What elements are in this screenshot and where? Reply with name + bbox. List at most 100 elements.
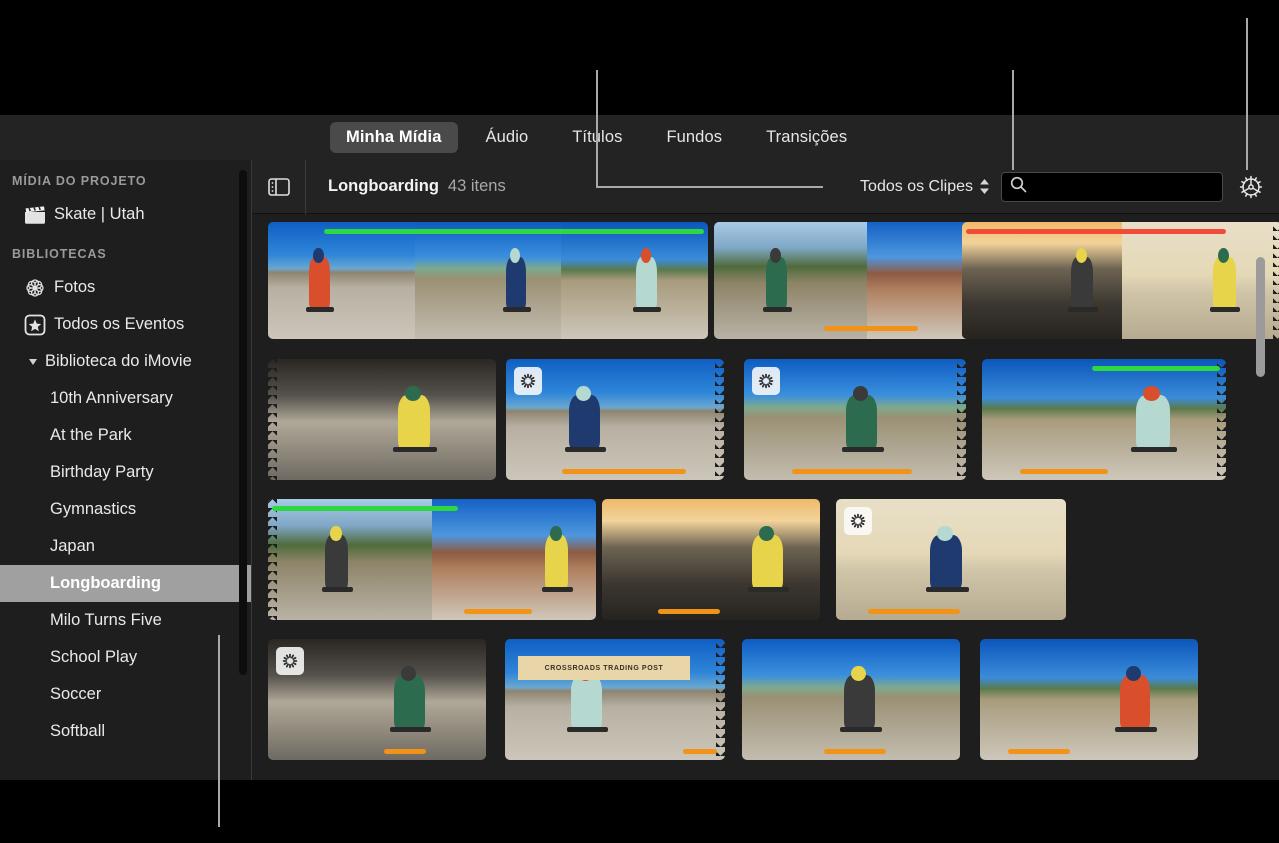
clip-frame	[962, 222, 1122, 339]
clip-woman-sunglasses-van[interactable]	[980, 639, 1198, 760]
clip-filmstrip	[962, 222, 1279, 339]
sidebar-scrollbar[interactable]	[239, 170, 247, 675]
sidebar-item-todos-os-eventos[interactable]: Todos os Eventos	[0, 306, 252, 343]
sidebar-item-label: Todos os Eventos	[54, 315, 185, 333]
clip-guy-sunglasses-van[interactable]	[742, 639, 960, 760]
clip-crouching-rider-mountains[interactable]	[506, 359, 724, 480]
sidebar-item-label: Birthday Party	[50, 463, 154, 481]
clip-filmstrip	[742, 639, 960, 760]
sidebar-section-header: BIBLIOTECAS	[12, 247, 107, 261]
sidebar-item-label: At the Park	[50, 426, 132, 444]
disclosure-triangle-icon[interactable]	[29, 358, 37, 365]
clip-rider-valley-view[interactable]	[744, 359, 966, 480]
media-browser[interactable]: CROSSROADS TRADING POST	[252, 214, 1279, 780]
clip-filmstrip	[268, 499, 596, 620]
sidebar-item-10th-anniversary[interactable]: 10th Anniversary	[0, 380, 252, 417]
sidebar-item-milo-turns-five[interactable]: Milo Turns Five	[0, 602, 252, 639]
clapperboard-icon	[24, 205, 54, 224]
clip-frame	[268, 359, 496, 480]
clip-rider-hills-green-marked[interactable]	[982, 359, 1226, 480]
analyzing-spinner-icon	[844, 507, 872, 535]
sidebar-item-birthday-party[interactable]: Birthday Party	[0, 454, 252, 491]
clip-filter-control[interactable]: Todos os Clipes	[860, 171, 1279, 202]
sidebar-item-label: Softball	[50, 722, 106, 740]
clip-rider-orange-shirt[interactable]	[962, 222, 1279, 339]
clip-filmstrip	[980, 639, 1198, 760]
search-input[interactable]	[1033, 178, 1213, 195]
clip-crossroads-trading-post[interactable]: CROSSROADS TRADING POST	[505, 639, 725, 760]
tab-minha-midia[interactable]: Minha Mídia	[330, 122, 458, 153]
sidebar-item-label: Skate | Utah	[54, 205, 145, 223]
filmstrip-torn-edge-right	[1217, 359, 1226, 480]
clip-frame	[414, 222, 562, 339]
browser-title: Longboarding	[328, 177, 439, 195]
clip-frame	[432, 499, 596, 620]
used-in-project-marker	[658, 609, 720, 614]
media-tabbar: Minha MídiaÁudioTítulosFundosTransições	[0, 115, 1279, 160]
clip-rider-red-cliffs[interactable]	[836, 499, 1066, 620]
used-in-project-marker	[824, 749, 886, 754]
clip-frame	[602, 499, 820, 620]
filmstrip-torn-edge-right	[957, 359, 966, 480]
used-in-project-marker	[1020, 469, 1108, 474]
clip-filmstrip	[268, 359, 496, 480]
photos-flower-icon	[24, 277, 54, 299]
browser-scrollbar[interactable]	[1256, 257, 1265, 377]
tab-fundos[interactable]: Fundos	[650, 122, 738, 153]
tab-audio[interactable]: Áudio	[470, 122, 545, 153]
sidebar-toggle-icon[interactable]	[252, 159, 306, 214]
gear-icon[interactable]	[1237, 173, 1265, 201]
sidebar-item-longboarding[interactable]: Longboarding	[0, 565, 252, 602]
sidebar-item-biblioteca-do-imovie[interactable]: Biblioteca do iMovie	[0, 343, 252, 380]
tab-list: Minha MídiaÁudioTítulosFundosTransições	[330, 122, 875, 153]
sidebar-item-label: School Play	[50, 648, 138, 666]
storefront-sign-text: CROSSROADS TRADING POST	[518, 655, 690, 681]
sidebar-item-softball[interactable]: Softball	[0, 713, 252, 750]
browser-item-count: 43 itens	[447, 177, 506, 195]
library-sidebar[interactable]: MÍDIA DO PROJETO Skate | Utah BIBLIOTECAS F…	[0, 160, 252, 780]
clip-skater-yellow-helmet[interactable]	[268, 359, 496, 480]
clip-red-rocks-road[interactable]	[602, 499, 820, 620]
favorite-marker	[324, 229, 704, 234]
analyzing-spinner-icon	[514, 367, 542, 395]
callout-filter-horizontal	[596, 186, 823, 188]
clip-frame	[561, 222, 708, 339]
used-in-project-marker	[683, 749, 717, 754]
used-in-project-marker	[1008, 749, 1070, 754]
sidebar-item-school-play[interactable]: School Play	[0, 639, 252, 676]
filmstrip-torn-edge-left	[268, 499, 277, 620]
sidebar-item-japan[interactable]: Japan	[0, 528, 252, 565]
favorite-marker	[1092, 366, 1220, 371]
sidebar-item-gymnastics[interactable]: Gymnastics	[0, 491, 252, 528]
callout-sidebar-scroll	[218, 635, 220, 827]
sidebar-item-skate-utah[interactable]: Skate | Utah	[0, 196, 252, 233]
rejected-marker	[966, 229, 1226, 234]
sidebar-item-label: Longboarding	[50, 574, 161, 592]
used-in-project-marker	[562, 469, 686, 474]
sidebar-item-label: Soccer	[50, 685, 102, 703]
clip-crouched-rider-closeup[interactable]	[268, 499, 596, 620]
sidebar-section-header: MÍDIA DO PROJETO	[12, 174, 147, 188]
search-icon	[1010, 176, 1027, 198]
sidebar-item-at-the-park[interactable]: At the Park	[0, 417, 252, 454]
callout-filter-vertical	[596, 70, 598, 186]
clip-longboard-group-road[interactable]	[268, 222, 708, 339]
callout-search	[1012, 70, 1014, 170]
sidebar-item-fotos[interactable]: Fotos	[0, 269, 252, 306]
analyzing-spinner-icon	[752, 367, 780, 395]
filmstrip-torn-edge-left	[268, 359, 277, 480]
search-field[interactable]	[1001, 171, 1223, 202]
clip-filmstrip	[268, 222, 708, 339]
sidebar-item-soccer[interactable]: Soccer	[0, 676, 252, 713]
star-square-icon	[24, 314, 54, 336]
clip-frame	[268, 499, 432, 620]
sidebar-item-label: 10th Anniversary	[50, 389, 173, 407]
clip-sunset-road[interactable]	[268, 639, 486, 760]
used-in-project-marker	[792, 469, 912, 474]
sidebar-item-label: Biblioteca do iMovie	[45, 352, 192, 370]
clip-frame	[268, 222, 415, 339]
imovie-window: Minha MídiaÁudioTítulosFundosTransições …	[0, 0, 1279, 843]
tab-transicoes[interactable]: Transições	[750, 122, 863, 153]
clip-frame	[980, 639, 1198, 760]
stepper-up-down-icon[interactable]	[980, 179, 989, 194]
